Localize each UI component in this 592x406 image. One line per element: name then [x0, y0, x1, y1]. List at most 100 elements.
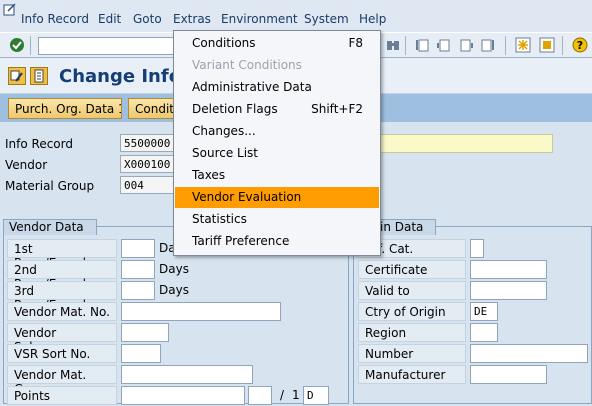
conditions-button[interactable]: Conditi	[128, 98, 176, 119]
rem1-input[interactable]	[121, 239, 155, 258]
menu-item-source-list[interactable]: Source List	[175, 143, 379, 164]
material-group-field: 004	[120, 176, 176, 194]
points-per-value: 1	[292, 388, 300, 402]
document-icon	[34, 69, 44, 83]
info-record-field: 5500000	[120, 134, 176, 152]
menu-item-vendor-evaluation[interactable]: Vendor Evaluation	[175, 187, 379, 208]
shortcut-icon	[539, 37, 555, 53]
purch-org-data-1-button[interactable]: Purch. Org. Data 1	[8, 98, 122, 119]
vendor-mat-grp-input[interactable]	[121, 365, 253, 384]
menu-item-label: Deletion Flags	[192, 102, 278, 116]
menu-item-label: Changes...	[192, 124, 256, 138]
vendor-subrange-label: Vendor Subrange	[7, 323, 117, 354]
system-menu-icon[interactable]	[3, 2, 17, 16]
menu-item-label: Tariff Preference	[192, 234, 290, 248]
command-field[interactable]	[38, 37, 178, 55]
manufacturer-input[interactable]	[470, 365, 547, 384]
menu-item-label: Taxes	[192, 168, 226, 182]
toolbar-separator	[30, 36, 31, 55]
vendor-mat-no-input[interactable]	[121, 302, 281, 321]
menu-item-shortcut: Shift+F2	[311, 102, 363, 116]
find-next-button[interactable]	[384, 36, 402, 54]
menu-item-shortcut: F8	[348, 36, 363, 50]
menu-item-statistics[interactable]: Statistics	[175, 209, 379, 230]
menu-item-tariff-preference[interactable]: Tariff Preference	[175, 231, 379, 252]
rem2-unit: Days	[159, 262, 189, 276]
other-record-button[interactable]	[30, 67, 48, 85]
vendor-mat-no-label: Vendor Mat. No.	[7, 302, 117, 321]
valid-to-label: Valid to	[358, 281, 466, 300]
menu-item-changes[interactable]: Changes...	[175, 121, 379, 142]
points-input[interactable]	[121, 386, 245, 405]
next-page-button[interactable]	[457, 36, 475, 54]
first-page-button[interactable]	[414, 36, 432, 54]
toolbar-separator	[505, 36, 506, 55]
shortcut-button[interactable]	[538, 36, 556, 54]
menu-item-variant-conditions: Variant Conditions	[175, 55, 379, 76]
vsr-sort-no-input[interactable]	[121, 344, 161, 363]
last-page-icon	[481, 39, 494, 52]
manufacturer-label: Manufacturer	[358, 365, 466, 384]
menu-item-administrative-data[interactable]: Administrative Data	[175, 77, 379, 98]
vendor-field: X000100	[120, 155, 176, 173]
svg-text:?: ?	[577, 39, 583, 52]
points-separator: /	[280, 388, 285, 402]
vendor-label: Vendor	[5, 158, 48, 172]
extras-dropdown-menu: Conditions F8 Variant Conditions Administ…	[173, 30, 381, 256]
menu-bar: Info Record Edit Goto Extras Environment…	[0, 0, 592, 32]
last-page-button[interactable]	[478, 36, 496, 54]
menu-edit[interactable]: Edit	[98, 12, 121, 26]
display-change-button[interactable]	[8, 67, 26, 85]
menu-system[interactable]: System	[304, 12, 349, 26]
menu-item-label: Conditions	[192, 36, 256, 50]
ctry-of-origin-input[interactable]: DE	[470, 302, 498, 321]
menu-item-taxes[interactable]: Taxes	[175, 165, 379, 186]
number-label: Number	[358, 344, 466, 363]
previous-page-button[interactable]	[435, 36, 453, 54]
vsr-sort-no-label: VSR Sort No.	[7, 344, 117, 363]
rem2-input[interactable]	[121, 260, 155, 279]
rem2-label: 2nd Rem./Exped.	[7, 260, 117, 291]
vendor-mat-grp-label: Vendor Mat. Grp	[7, 365, 117, 396]
menu-goto[interactable]: Goto	[133, 12, 162, 26]
material-group-label: Material Group	[5, 179, 95, 193]
vendor-data-title: Vendor Data	[3, 219, 97, 235]
enter-button[interactable]	[8, 36, 26, 54]
region-label: Region	[358, 323, 466, 342]
menu-environment[interactable]: Environment	[221, 12, 298, 26]
menu-item-label: Vendor Evaluation	[192, 190, 302, 204]
rem3-unit: Days	[159, 283, 189, 297]
rem1-label: 1st Rem./Exped.	[7, 239, 117, 270]
points-price-unit-input[interactable]: D	[303, 386, 329, 405]
menu-item-conditions[interactable]: Conditions F8	[175, 33, 379, 54]
certificate-label: Certificate	[358, 260, 466, 279]
help-button[interactable]: ?	[571, 36, 589, 54]
display-change-icon	[10, 70, 23, 82]
menu-item-deletion-flags[interactable]: Deletion Flags Shift+F2	[175, 99, 379, 120]
first-page-icon	[416, 39, 429, 52]
menu-item-label: Administrative Data	[192, 80, 312, 94]
vendor-subrange-input[interactable]	[121, 323, 169, 342]
material-description-field	[380, 134, 553, 153]
valid-to-input[interactable]	[470, 281, 547, 300]
menu-item-label: Source List	[192, 146, 259, 160]
new-session-icon	[515, 37, 531, 53]
binoculars-icon	[387, 41, 399, 50]
menu-info-record[interactable]: Info Record	[21, 12, 89, 26]
rem3-input[interactable]	[121, 281, 155, 300]
points-unit-input[interactable]	[248, 386, 272, 405]
certificate-input[interactable]	[470, 260, 547, 279]
new-session-button[interactable]	[514, 36, 532, 54]
toolbar-separator	[562, 36, 563, 55]
info-record-label: Info Record	[5, 137, 73, 151]
next-page-icon	[460, 39, 473, 52]
rem3-label: 3rd Rem./Exped.	[7, 281, 117, 312]
menu-item-label: Statistics	[192, 212, 247, 226]
help-icon: ?	[572, 37, 588, 53]
certif-cat-input[interactable]	[470, 239, 484, 258]
points-label: Points	[7, 386, 117, 405]
menu-help[interactable]: Help	[359, 12, 386, 26]
region-input[interactable]	[470, 323, 498, 342]
menu-extras[interactable]: Extras	[173, 12, 211, 26]
number-input[interactable]	[470, 344, 588, 363]
